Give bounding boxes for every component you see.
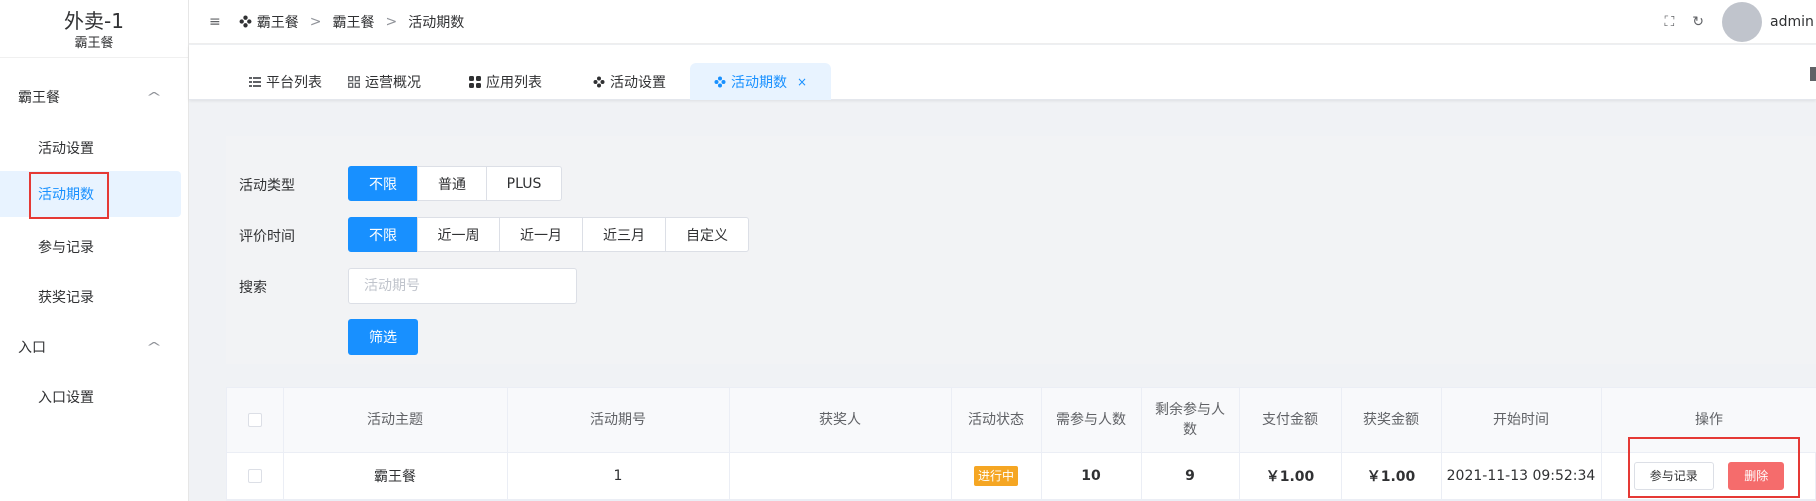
cell-winner	[729, 452, 952, 500]
column-header: 活动状态	[951, 388, 1042, 453]
delete-button[interactable]: 删除	[1728, 461, 1785, 490]
sidebar-group-label: 入口	[18, 340, 46, 356]
participation-records-button[interactable]: 参与记录	[1633, 461, 1714, 490]
sidebar: 外卖-1 霸王餐 霸王餐 ^ 活动设置 活动期数 参与记录 获奖记录 入口 ^ …	[0, 0, 189, 501]
search-label: 搜索	[239, 280, 267, 296]
flower-icon	[239, 15, 252, 28]
tab-operations-overview[interactable]: 运营概况	[338, 63, 431, 100]
avatar[interactable]	[1722, 2, 1762, 42]
list-icon	[249, 76, 261, 87]
select-all-checkbox[interactable]	[247, 412, 262, 427]
column-header: 开始时间	[1441, 388, 1602, 453]
chevron-up-icon: ^	[145, 340, 163, 354]
filter-button[interactable]: 筛选	[348, 319, 418, 355]
activity-type-group: 不限 普通 PLUS	[348, 166, 562, 201]
apps-icon	[469, 75, 481, 88]
activity-type-label: 活动类型	[239, 178, 295, 194]
app-logo: 外卖-1 霸王餐	[0, 0, 188, 58]
tab-activity-settings[interactable]: 活动设置	[583, 63, 676, 100]
tabs-more-icon[interactable]	[1810, 67, 1816, 81]
refresh-icon[interactable]: ↻	[1692, 14, 1704, 30]
cell-period: 1	[507, 452, 730, 500]
type-option-plus[interactable]: PLUS	[486, 166, 562, 201]
column-header: 剩余参与人数	[1141, 388, 1240, 453]
tab-label: 应用列表	[486, 74, 542, 91]
sidebar-item-prize-records[interactable]: 获奖记录	[0, 274, 189, 320]
periods-table: 活动主题 活动期号 获奖人 活动状态 需参与人数 剩余参与人数 支付金额 获奖金…	[226, 387, 1816, 501]
column-header: 需参与人数	[1041, 388, 1142, 453]
time-option-month[interactable]: 近一月	[499, 217, 583, 252]
status-badge: 进行中	[973, 465, 1018, 486]
sidebar-item-entry-settings[interactable]: 入口设置	[0, 374, 189, 420]
table-header-row: 活动主题 活动期号 获奖人 活动状态 需参与人数 剩余参与人数 支付金额 获奖金…	[227, 388, 1816, 453]
filter-panel: 活动类型 不限 普通 PLUS 评价时间 不限 近一周 近一月 近三月 自定义 …	[226, 136, 1816, 364]
cell-theme: 霸王餐	[283, 452, 508, 500]
table-row: 霸王餐 1 进行中 10 9 ￥1.00 ￥1.00 2021-11-13 09…	[227, 452, 1816, 500]
cell-status: 进行中	[951, 452, 1042, 500]
top-bar: ≡ 霸王餐 > 霸王餐 > 活动期数 ⛶ ↻ admin	[189, 0, 1816, 44]
breadcrumb-separator: >	[385, 13, 398, 30]
cell-required: 10	[1041, 452, 1142, 500]
chevron-up-icon: ^	[145, 90, 163, 104]
row-select-cell	[227, 452, 284, 500]
sidebar-item-label: 获奖记录	[38, 290, 94, 306]
tab-label: 活动设置	[610, 74, 666, 91]
collapse-menu-icon[interactable]: ≡	[209, 14, 221, 30]
breadcrumb: 霸王餐 > 霸王餐 > 活动期数	[239, 12, 464, 32]
flower-icon	[714, 76, 726, 87]
cell-pay-amount: ￥1.00	[1239, 452, 1342, 500]
tab-app-list[interactable]: 应用列表	[459, 63, 552, 100]
tab-platform-list[interactable]: 平台列表	[239, 63, 332, 100]
sidebar-group-entry[interactable]: 入口 ^	[0, 327, 189, 367]
tab-label: 平台列表	[266, 74, 322, 91]
breadcrumb-item[interactable]: 霸王餐	[257, 12, 299, 32]
type-option-unlimited[interactable]: 不限	[348, 166, 418, 201]
tabs-bar: 平台列表 运营概况 应用列表 活动设置 活动期数 ×	[189, 45, 1816, 100]
column-header: 获奖人	[729, 388, 952, 453]
tab-label: 运营概况	[365, 74, 421, 91]
sidebar-item-participation-records[interactable]: 参与记录	[0, 224, 189, 270]
select-all-cell	[227, 388, 284, 453]
cell-prize-amount: ￥1.00	[1341, 452, 1442, 500]
tab-label: 活动期数	[731, 74, 787, 91]
sidebar-item-label: 活动期数	[38, 187, 94, 203]
search-input[interactable]	[348, 268, 577, 304]
top-right-tools: ⛶ ↻ admin	[1664, 0, 1816, 44]
app-subtitle: 霸王餐	[74, 36, 114, 51]
time-option-week[interactable]: 近一周	[417, 217, 500, 252]
column-header: 获奖金额	[1341, 388, 1442, 453]
sidebar-group-label: 霸王餐	[18, 90, 60, 106]
review-time-label: 评价时间	[239, 229, 295, 245]
breadcrumb-separator: >	[309, 13, 322, 30]
cell-remaining: 9	[1141, 452, 1240, 500]
close-icon[interactable]: ×	[797, 75, 807, 89]
fullscreen-icon[interactable]: ⛶	[1664, 14, 1674, 30]
breadcrumb-item: 活动期数	[408, 14, 465, 31]
sidebar-item-label: 活动设置	[38, 141, 94, 157]
sidebar-item-label: 入口设置	[38, 390, 94, 406]
type-option-normal[interactable]: 普通	[417, 166, 487, 201]
username[interactable]: admin	[1770, 14, 1816, 30]
review-time-group: 不限 近一周 近一月 近三月 自定义	[348, 217, 749, 252]
time-option-unlimited[interactable]: 不限	[348, 217, 418, 252]
cell-start-time: 2021-11-13 09:52:34	[1441, 452, 1602, 500]
sidebar-item-activity-settings[interactable]: 活动设置	[0, 125, 189, 171]
tab-activity-periods[interactable]: 活动期数 ×	[690, 63, 831, 100]
app-title: 外卖-1	[64, 9, 124, 33]
row-checkbox[interactable]	[247, 468, 262, 483]
sidebar-item-label: 参与记录	[38, 240, 94, 256]
column-header: 支付金额	[1239, 388, 1342, 453]
cell-actions: 参与记录 删除	[1601, 452, 1816, 500]
column-header: 活动主题	[283, 388, 508, 453]
column-header: 操作	[1601, 388, 1816, 453]
flower-icon	[593, 76, 605, 87]
column-header: 活动期号	[507, 388, 730, 453]
sidebar-item-activity-periods[interactable]: 活动期数	[0, 171, 181, 217]
time-option-custom[interactable]: 自定义	[665, 217, 749, 252]
sidebar-group-bawangcan[interactable]: 霸王餐 ^	[0, 77, 189, 117]
grid-icon	[348, 75, 360, 88]
time-option-three-months[interactable]: 近三月	[582, 217, 666, 252]
breadcrumb-item[interactable]: 霸王餐	[332, 12, 374, 32]
